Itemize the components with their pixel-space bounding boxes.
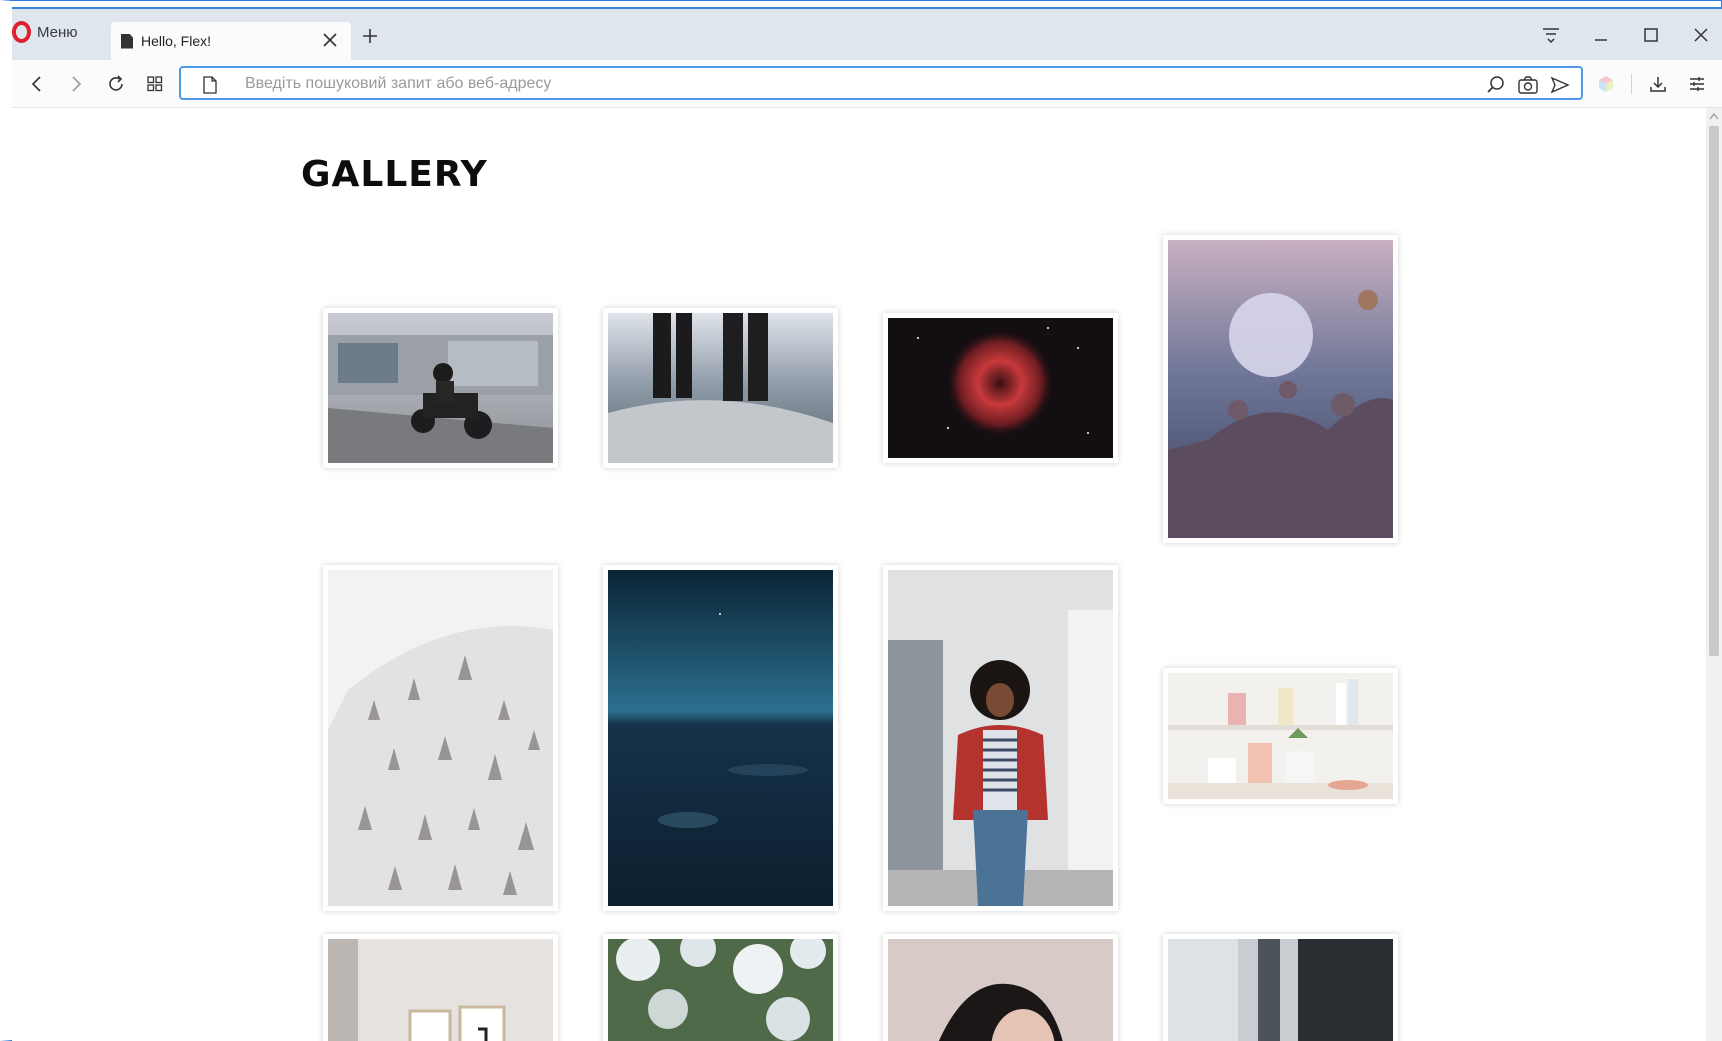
minimize-button[interactable] bbox=[1586, 20, 1616, 50]
legs-on-rock-photo[interactable] bbox=[603, 308, 838, 468]
tab-title: Hello, Flex! bbox=[141, 33, 212, 49]
back-button[interactable] bbox=[24, 71, 50, 97]
speed-dial-grid-icon[interactable] bbox=[142, 71, 168, 97]
room-frames-photo[interactable] bbox=[323, 934, 558, 1041]
window-photo[interactable] bbox=[1163, 934, 1398, 1041]
scrollbar-thumb[interactable] bbox=[1709, 126, 1719, 656]
close-window-button[interactable] bbox=[1686, 20, 1716, 50]
search-icon[interactable] bbox=[1485, 74, 1507, 96]
vertical-scrollbar[interactable] bbox=[1706, 108, 1722, 1041]
extension-cube-icon[interactable] bbox=[1593, 71, 1619, 97]
page-title: GALLERY bbox=[301, 154, 488, 195]
navigation-bar bbox=[12, 60, 1722, 108]
page-icon bbox=[121, 33, 133, 49]
tab-menu-icon[interactable] bbox=[1536, 20, 1566, 50]
scroll-up-arrow-icon[interactable] bbox=[1709, 110, 1719, 122]
frozen-bubble-photo[interactable] bbox=[1163, 235, 1398, 543]
shelf-plants-photo[interactable] bbox=[1163, 668, 1398, 804]
address-input[interactable] bbox=[245, 74, 1395, 94]
forward-button[interactable] bbox=[63, 71, 89, 97]
flowers-photo[interactable] bbox=[603, 934, 838, 1041]
snowy-forest-photo[interactable] bbox=[323, 565, 558, 911]
night-sky-photo[interactable] bbox=[603, 565, 838, 911]
new-tab-button[interactable] bbox=[360, 26, 380, 46]
close-tab-icon[interactable] bbox=[321, 31, 339, 49]
toolbar-divider bbox=[1631, 74, 1632, 94]
downloads-icon[interactable] bbox=[1645, 71, 1671, 97]
page-info-icon[interactable] bbox=[199, 74, 221, 96]
page-viewport: GALLERY bbox=[12, 108, 1706, 1041]
snapshot-camera-icon[interactable] bbox=[1517, 74, 1539, 96]
reload-button[interactable] bbox=[103, 71, 129, 97]
menu-label: Меню bbox=[37, 23, 78, 41]
motorcycle-photo[interactable] bbox=[323, 308, 558, 468]
easy-setup-icon[interactable] bbox=[1684, 71, 1710, 97]
woman-portrait-photo[interactable] bbox=[883, 565, 1118, 911]
address-bar[interactable] bbox=[179, 66, 1583, 100]
active-tab[interactable]: Hello, Flex! bbox=[111, 22, 351, 60]
maximize-button[interactable] bbox=[1636, 20, 1666, 50]
woman-hair-photo[interactable] bbox=[883, 934, 1118, 1041]
send-icon[interactable] bbox=[1549, 74, 1571, 96]
nebula-photo[interactable] bbox=[883, 313, 1118, 463]
opera-menu-button[interactable]: Меню bbox=[12, 20, 78, 44]
opera-logo-icon bbox=[12, 21, 31, 43]
